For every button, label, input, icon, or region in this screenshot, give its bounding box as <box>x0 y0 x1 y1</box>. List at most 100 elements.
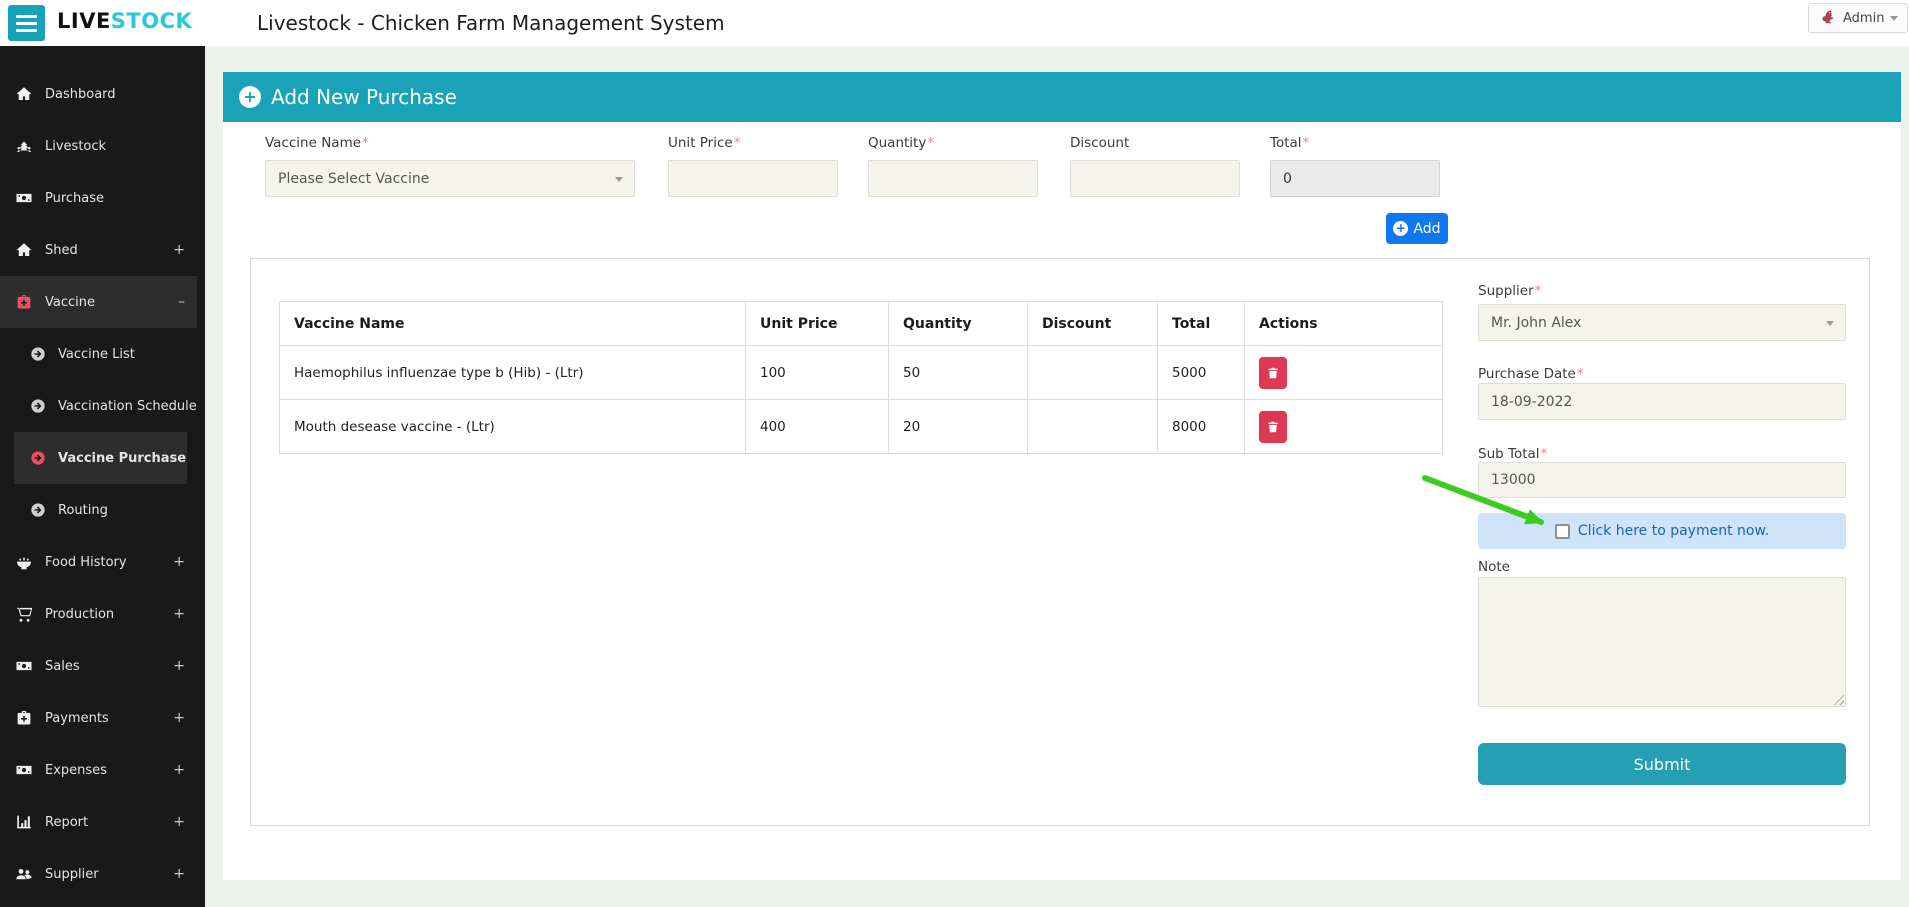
required-asterisk: * <box>1541 446 1548 462</box>
panel-header-title: Add New Purchase <box>271 85 457 109</box>
logo-text-live: LIVE <box>57 9 111 33</box>
add-purchase-panel: Vaccine Name * Please Select Vaccine Unit… <box>223 122 1901 880</box>
home-icon <box>15 241 33 259</box>
cell-vaccine-name: Haemophilus influenzae type b (Hib) - (L… <box>280 346 746 400</box>
sidebar-item-shed[interactable]: Shed + <box>0 224 205 276</box>
sidebar-item-label: Report <box>45 815 88 830</box>
required-asterisk: * <box>1303 135 1310 151</box>
logo-text-stock: STOCK <box>111 9 193 33</box>
expand-plus-icon: + <box>173 814 185 830</box>
purchase-date-input[interactable] <box>1478 383 1846 420</box>
cart-icon <box>15 605 33 623</box>
delete-row-button[interactable] <box>1259 357 1287 389</box>
expand-plus-icon: + <box>173 710 185 726</box>
required-asterisk: * <box>734 135 741 151</box>
plus-circle-icon <box>239 86 261 108</box>
chevron-down-icon <box>615 177 623 182</box>
cell-discount <box>1028 346 1158 400</box>
chevron-down-icon <box>1890 16 1898 21</box>
sidebar-item-label: Vaccine List <box>58 347 135 362</box>
purchase-card: Vaccine Name Unit Price Quantity Discoun… <box>250 258 1870 826</box>
money-icon <box>15 761 33 779</box>
table-row: Haemophilus influenzae type b (Hib) - (L… <box>280 346 1443 400</box>
sidebar-item-label: Food History <box>45 555 127 570</box>
bowl-icon <box>15 553 33 571</box>
total-input[interactable] <box>1270 160 1440 197</box>
sidebar-item-routing[interactable]: Routing <box>0 484 205 536</box>
panel-header: Add New Purchase <box>223 72 1901 122</box>
note-textarea[interactable] <box>1478 577 1846 707</box>
required-asterisk: * <box>362 135 369 151</box>
sidebar-item-vaccine-list[interactable]: Vaccine List <box>0 328 205 380</box>
sidebar-item-sales[interactable]: Sales + <box>0 640 205 692</box>
sidebar-item-label: Payments <box>45 711 109 726</box>
sidebar-item-label: Routing <box>58 503 108 518</box>
col-header-discount: Discount <box>1028 302 1158 346</box>
sidebar-item-label: Vaccination Schedule <box>58 399 197 414</box>
pay-now-label: Click here to payment now. <box>1578 523 1769 539</box>
sidebar-item-food-history[interactable]: Food History + <box>0 536 205 588</box>
admin-dropdown-button[interactable]: Admin <box>1808 3 1908 33</box>
sidebar-item-livestock[interactable]: Livestock <box>0 120 205 172</box>
sidebar-item-vaccine-purchase[interactable]: Vaccine Purchase <box>0 432 205 484</box>
supplier-select[interactable]: Mr. John Alex <box>1478 304 1846 341</box>
pay-now-bar[interactable]: Click here to payment now. <box>1478 513 1846 549</box>
sidebar-item-payments[interactable]: Payments + <box>0 692 205 744</box>
submit-button[interactable]: Submit <box>1478 743 1846 785</box>
discount-input[interactable] <box>1070 160 1240 197</box>
sidebar-item-label: Expenses <box>45 763 107 778</box>
sidebar-item-label: Vaccine Purchase <box>58 451 186 466</box>
cell-unit-price: 100 <box>746 346 889 400</box>
cell-total: 8000 <box>1158 400 1245 454</box>
page-title: Livestock - Chicken Farm Management Syst… <box>257 11 725 35</box>
vaccine-select-value: Please Select Vaccine <box>278 171 429 187</box>
expand-plus-icon: + <box>173 866 185 882</box>
sidebar-item-supplier[interactable]: Supplier + <box>0 848 205 900</box>
quantity-input[interactable] <box>868 160 1038 197</box>
sidebar-item-production[interactable]: Production + <box>0 588 205 640</box>
sidebar-item-purchase[interactable]: Purchase <box>0 172 205 224</box>
cell-vaccine-name: Mouth desease vaccine - (Ltr) <box>280 400 746 454</box>
sidebar-item-vaccination-schedule[interactable]: Vaccination Schedule <box>0 380 205 432</box>
trash-icon <box>1266 420 1280 434</box>
circle-arrow-icon <box>30 398 46 414</box>
sidebar-item-dashboard[interactable]: Dashboard <box>0 68 205 120</box>
users-icon <box>15 865 33 883</box>
sidebar-item-vaccine[interactable]: Vaccine – <box>0 276 205 328</box>
required-asterisk: * <box>1535 283 1542 299</box>
table-row: Mouth desease vaccine - (Ltr) 400 20 800… <box>280 400 1443 454</box>
sidebar-item-expenses[interactable]: Expenses + <box>0 744 205 796</box>
table-header-row: Vaccine Name Unit Price Quantity Discoun… <box>280 302 1443 346</box>
delete-row-button[interactable] <box>1259 411 1287 443</box>
cell-discount <box>1028 400 1158 454</box>
unit-price-input[interactable] <box>668 160 838 197</box>
sidebar: Dashboard Livestock Purchase Shed + Vacc… <box>0 46 205 907</box>
vaccine-name-select[interactable]: Please Select Vaccine <box>265 160 635 197</box>
required-asterisk: * <box>1577 366 1584 382</box>
collapse-minus-icon: – <box>178 294 185 310</box>
expand-plus-icon: + <box>173 554 185 570</box>
unit-price-label: Unit Price* <box>668 135 740 151</box>
sidebar-item-label: Livestock <box>45 139 106 154</box>
purchase-date-label: Purchase Date* <box>1478 366 1584 382</box>
add-button[interactable]: Add <box>1386 213 1448 244</box>
hamburger-menu-button[interactable] <box>8 5 45 41</box>
circle-arrow-icon <box>30 502 46 518</box>
sub-total-input[interactable] <box>1478 462 1846 498</box>
admin-label: Admin <box>1843 11 1884 26</box>
total-label: Total* <box>1270 135 1309 151</box>
purchase-items-table: Vaccine Name Unit Price Quantity Discoun… <box>279 301 1443 454</box>
sidebar-item-label: Shed <box>45 243 78 258</box>
col-header-actions: Actions <box>1245 302 1443 346</box>
sidebar-item-label: Vaccine <box>45 295 95 310</box>
expand-plus-icon: + <box>173 242 185 258</box>
col-header-quantity: Quantity <box>889 302 1028 346</box>
supplier-label: Supplier* <box>1478 283 1541 299</box>
pay-now-checkbox[interactable] <box>1555 524 1570 539</box>
col-header-unit-price: Unit Price <box>746 302 889 346</box>
sidebar-item-report[interactable]: Report + <box>0 796 205 848</box>
col-header-vaccine-name: Vaccine Name <box>280 302 746 346</box>
medkit-icon <box>15 293 33 311</box>
quantity-label: Quantity* <box>868 135 934 151</box>
bar-chart-icon <box>15 813 33 831</box>
